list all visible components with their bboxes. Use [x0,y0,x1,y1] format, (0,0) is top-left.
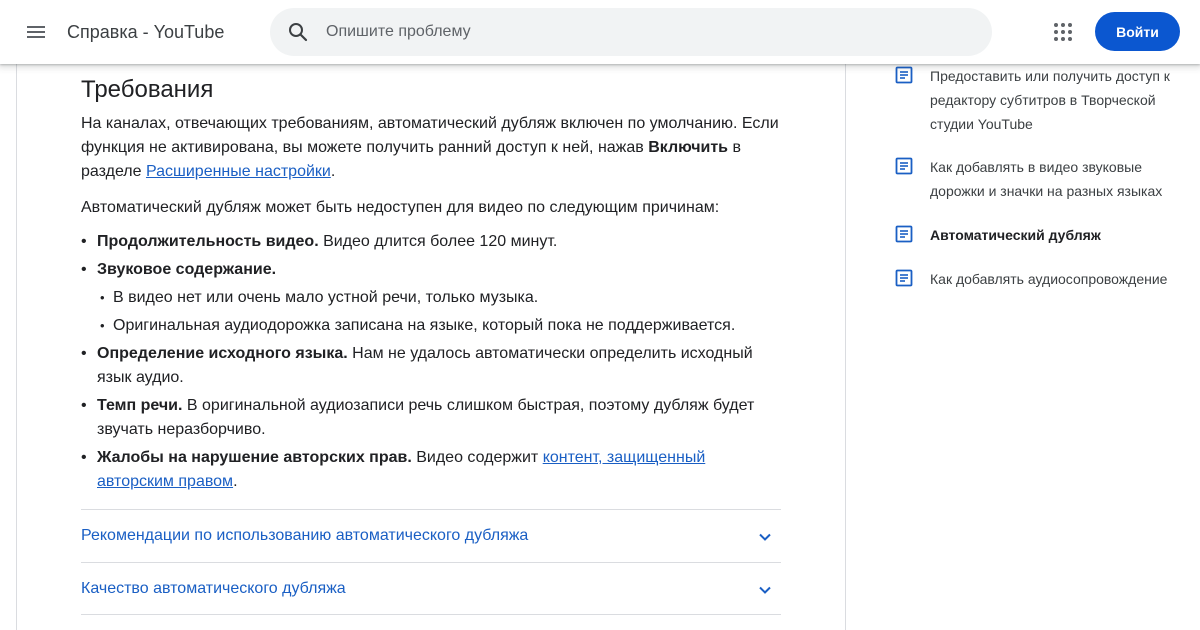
article-icon [895,225,913,243]
apps-grid-icon [1054,23,1072,41]
article-icon [895,157,913,175]
sub-list-item: В видео нет или очень мало устной речи, … [97,286,781,310]
list-item: Звуковое содержание. В видео нет или оче… [81,258,781,338]
reasons-list: Продолжительность видео. Видео длится бо… [81,230,781,494]
reason-title: Звуковое содержание. [97,261,277,278]
reason-text: . [233,473,238,490]
sidebar-item-label: Автоматический дубляж [930,227,1101,243]
accordion-label: Качество автоматического дубляжа [81,580,346,597]
sidebar-item-audio-tracks[interactable]: Как добавлять в видео звуковые дорожки и… [893,155,1183,203]
article-body: Требования На каналах, отвечающих требов… [81,74,781,498]
enable-term: Включить [648,139,728,156]
list-item: Жалобы на нарушение авторских прав. Виде… [81,446,781,494]
sidebar-item-label: Как добавлять в видео звуковые дорожки и… [930,159,1163,199]
search-input[interactable] [326,8,966,56]
list-item: Определение исходного языка. Нам не удал… [81,342,781,390]
chevron-down-icon[interactable] [753,525,777,549]
main-menu-button[interactable] [16,12,56,52]
reason-title: Определение исходного языка. [97,345,348,362]
reason-title: Жалобы на нарушение авторских прав. [97,449,412,466]
top-bar: Справка - YouTube Войти [0,0,1200,64]
search-icon[interactable] [286,20,310,44]
chevron-down-icon[interactable] [753,578,777,602]
sidebar-item-auto-dubbing[interactable]: Автоматический дубляж [893,223,1183,247]
list-item: Темп речи. В оригинальной аудиозаписи ре… [81,394,781,442]
article-icon [895,269,913,287]
list-item: Продолжительность видео. Видео длится бо… [81,230,781,254]
requirements-paragraph: На каналах, отвечающих требованиям, авто… [81,112,781,184]
article-icon [895,66,913,84]
search-bar[interactable] [270,8,992,56]
sidebar-item-audio-description[interactable]: Как добавлять аудиосопровождение [893,267,1183,291]
paragraph-text: . [330,163,336,180]
article-card: Требования На каналах, отвечающих требов… [16,40,846,630]
accordion-label: Рекомендации по использованию автоматиче… [81,527,529,544]
accordion-recommendations[interactable]: Рекомендации по использованию автоматиче… [81,509,781,562]
reason-text: Видео содержит [411,449,543,466]
menu-icon [27,26,45,38]
sidebar-item-caption-editor-access[interactable]: Предоставить или получить доступ к редак… [893,64,1183,136]
advanced-settings-link[interactable]: Расширенные настройки [146,163,331,180]
app-title[interactable]: Справка - YouTube [67,20,224,44]
sidebar-item-label: Как добавлять аудиосопровождение [930,271,1168,287]
reason-title: Темп речи. [97,397,183,414]
accordion-quality[interactable]: Качество автоматического дубляжа [81,562,781,615]
sub-list: В видео нет или очень мало устной речи, … [97,286,781,338]
sidebar-item-label: Предоставить или получить доступ к редак… [930,68,1170,132]
reason-title: Продолжительность видео. [97,233,319,250]
reason-text: Видео длится более 120 минут. [318,233,558,250]
sign-in-button[interactable]: Войти [1095,12,1180,51]
reasons-intro: Автоматический дубляж может быть недосту… [81,199,720,216]
reason-text: В оригинальной аудиозаписи речь слишком … [97,397,755,438]
google-apps-button[interactable] [1043,12,1083,52]
section-heading: Требования [81,76,214,103]
sub-list-item: Оригинальная аудиодорожка записана на яз… [97,314,781,338]
